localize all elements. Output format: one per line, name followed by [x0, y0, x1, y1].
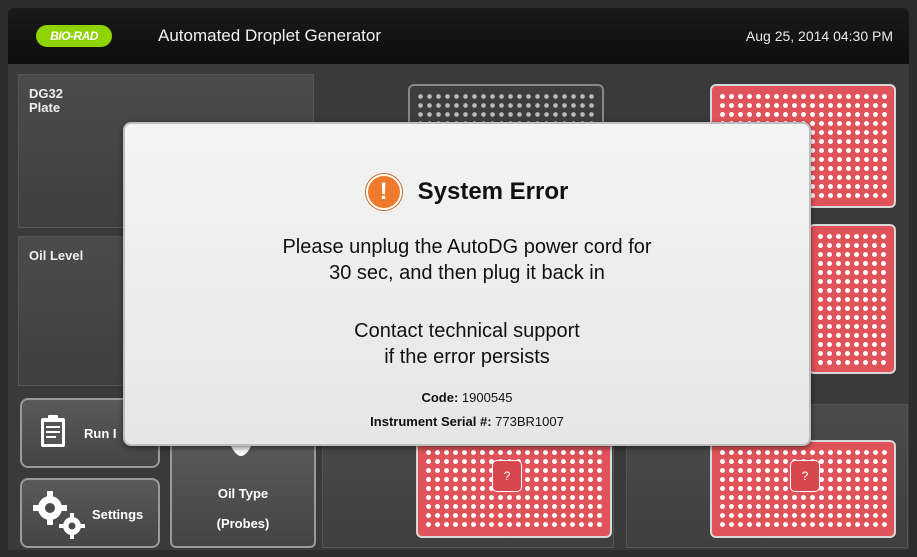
title-bar: BIO-RAD Automated Droplet Generator Aug … [8, 8, 909, 64]
error-code: Code: 1900545 [421, 390, 513, 405]
oil-drop-icon [230, 444, 252, 456]
dg32-plate-label: DG32 Plate [29, 86, 63, 115]
dialog-title: System Error [417, 178, 569, 205]
settings-button[interactable]: Settings [20, 478, 160, 548]
unknown-status-icon: ? [492, 460, 522, 492]
settings-button-label: Settings [92, 507, 144, 522]
biorad-logo: BIO-RAD [36, 25, 112, 47]
error-message-line2: 30 sec, and then plug it back in [329, 262, 605, 284]
oil-type-button[interactable]: Oil Type (Probes) [170, 440, 316, 548]
warning-icon: ! [365, 174, 402, 210]
unknown-status-icon: ? [790, 460, 820, 492]
dialog-header: ! System Error [125, 174, 809, 210]
oil-level-label: Oil Level [29, 248, 84, 263]
run-button-label: Run I [84, 426, 117, 441]
droplet-plate-bottom-right[interactable]: ? [710, 440, 896, 538]
system-error-dialog: ! System Error Please unplug the AutoDG … [123, 122, 811, 446]
sample-plate-middle[interactable] [808, 224, 896, 374]
date-time: Aug 25, 2014 04:30 PM [745, 28, 893, 44]
support-message-line1: Contact technical support [354, 320, 580, 342]
gears-icon [33, 491, 85, 539]
oil-type-value: (Probes) [216, 516, 270, 531]
clipboard-icon [41, 415, 65, 447]
app-title: Automated Droplet Generator [158, 26, 382, 45]
droplet-plate-bottom-center[interactable]: ? [416, 440, 612, 538]
error-message-line1: Please unplug the AutoDG power cord for [282, 236, 652, 258]
support-message-line2: if the error persists [384, 346, 550, 368]
oil-type-label: Oil Type [217, 486, 269, 501]
instrument-serial: Instrument Serial #: 773BR1007 [370, 414, 564, 429]
